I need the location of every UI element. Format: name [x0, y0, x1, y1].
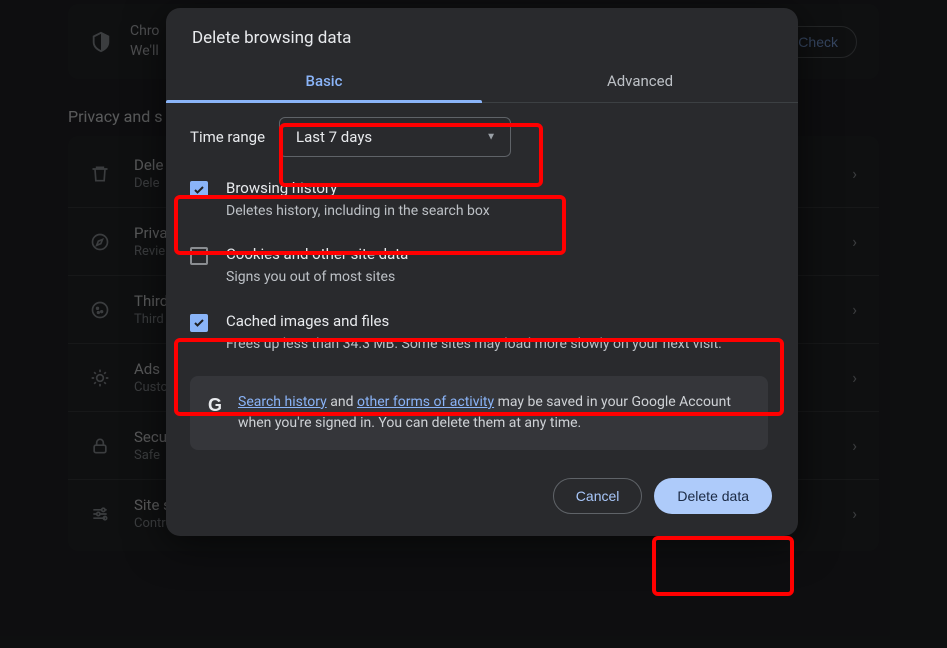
checkbox-browsing-history[interactable] — [190, 181, 208, 199]
delete-browsing-data-dialog: Delete browsing data Basic Advanced Time… — [166, 8, 798, 536]
link-other-activity[interactable]: other forms of activity — [357, 394, 494, 410]
link-search-history[interactable]: Search history — [238, 394, 327, 410]
delete-data-button[interactable]: Delete data — [654, 478, 772, 514]
option-sub: Frees up less than 34.3 MB. Some sites m… — [226, 334, 722, 354]
time-range-select[interactable]: Last 7 days ▼ — [279, 117, 511, 157]
option-sub: Signs you out of most sites — [226, 267, 408, 287]
option-title: Cookies and other site data — [226, 245, 408, 263]
option-title: Browsing history — [226, 179, 490, 197]
time-range-value: Last 7 days — [296, 128, 372, 146]
dialog-title: Delete browsing data — [166, 8, 798, 62]
option-cookies[interactable]: Cookies and other site data Signs you ou… — [182, 233, 772, 299]
google-logo-icon: G — [208, 392, 222, 419]
google-account-info: G Search history and other forms of acti… — [190, 376, 768, 450]
option-sub: Deletes history, including in the search… — [226, 201, 490, 221]
tab-advanced[interactable]: Advanced — [482, 62, 798, 102]
tab-basic[interactable]: Basic — [166, 62, 482, 102]
option-cache[interactable]: Cached images and files Frees up less th… — [182, 300, 772, 366]
option-browsing-history[interactable]: Browsing history Deletes history, includ… — [182, 167, 772, 233]
dialog-tabs: Basic Advanced — [166, 62, 798, 103]
checkbox-cookies[interactable] — [190, 247, 208, 265]
time-range-label: Time range — [190, 128, 265, 146]
checkbox-cache[interactable] — [190, 314, 208, 332]
cancel-button[interactable]: Cancel — [553, 478, 643, 514]
option-title: Cached images and files — [226, 312, 722, 330]
chevron-down-icon: ▼ — [486, 132, 496, 143]
